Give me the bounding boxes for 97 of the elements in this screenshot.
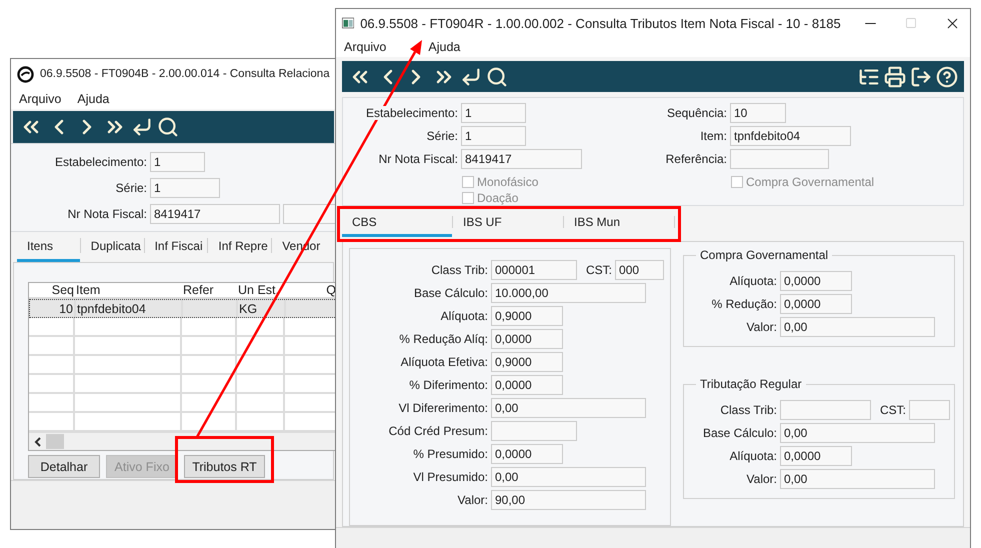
search-icon[interactable] bbox=[486, 66, 508, 88]
text-field[interactable] bbox=[780, 400, 871, 420]
window-title: 06.9.5508 - FT0904R - 1.00.00.002 - Consulta Tributos Item Nota Fiscal - 10 - 8185 bbox=[360, 16, 841, 30]
menu-item[interactable]: Arquivo bbox=[19, 92, 62, 106]
window-title: 06.9.5508 - FT0904B - 2.00.00.014 - Consulta Relaciona bbox=[40, 68, 330, 80]
app-icon bbox=[342, 16, 354, 30]
field-label: % Redução Alíq: bbox=[399, 332, 488, 346]
field-label: Nr Nota Fiscal: bbox=[68, 207, 147, 221]
text-field[interactable] bbox=[491, 420, 577, 440]
checkbox-label: Monofásico bbox=[477, 175, 538, 189]
field-label: Item: bbox=[700, 128, 727, 142]
field-label: Estabelecimento: bbox=[366, 106, 458, 120]
field-label: % Redução: bbox=[712, 296, 777, 310]
text-field[interactable]: 1 bbox=[150, 152, 205, 172]
field-label: CST: bbox=[586, 262, 612, 276]
field-label: Vl Difererimento: bbox=[398, 400, 488, 414]
text-field[interactable]: 0,0000 bbox=[491, 328, 563, 348]
table-cell: KG bbox=[239, 302, 258, 316]
text-field[interactable]: 0,00 bbox=[491, 466, 646, 486]
text-field[interactable]: 0,9000 bbox=[491, 306, 563, 326]
scroll-left-icon[interactable] bbox=[34, 436, 42, 446]
column-header: Item bbox=[75, 283, 102, 297]
text-field[interactable] bbox=[909, 400, 950, 420]
text-field[interactable]: 8419417 bbox=[461, 148, 582, 168]
field-label: Valor: bbox=[458, 492, 488, 506]
text-field[interactable]: 0,00 bbox=[491, 398, 646, 418]
text-field[interactable]: 10 bbox=[730, 102, 786, 122]
logo-icon bbox=[17, 66, 34, 82]
field-label: Estabelecimento: bbox=[54, 155, 147, 169]
field-label: % Diferimento: bbox=[409, 378, 488, 392]
tab[interactable]: IBS UF bbox=[453, 210, 563, 237]
field-label: CST: bbox=[880, 402, 906, 416]
column-header: Refer bbox=[182, 283, 215, 297]
menu-item[interactable]: Ajuda bbox=[428, 40, 460, 54]
help-icon[interactable] bbox=[936, 66, 958, 88]
field-label: Vl Presumido: bbox=[413, 470, 488, 484]
table-cell: 10 bbox=[59, 302, 73, 316]
text-field[interactable]: 1 bbox=[461, 102, 526, 122]
field-label: Class Trib: bbox=[720, 402, 777, 416]
menu-item[interactable]: Arquivo bbox=[344, 40, 386, 54]
field-label: Alíquota: bbox=[440, 308, 488, 322]
text-field[interactable]: 0,0000 bbox=[491, 374, 563, 394]
text-field[interactable]: 0,0000 bbox=[491, 444, 563, 464]
checkbox-label: Compra Governamental bbox=[746, 175, 874, 189]
text-field[interactable]: 90,00 bbox=[491, 490, 646, 510]
field-label: Valor: bbox=[746, 320, 777, 334]
printer-icon[interactable] bbox=[884, 66, 906, 88]
text-field[interactable]: 0,0000 bbox=[780, 446, 852, 466]
field-label: Alíquota Efetiva: bbox=[400, 354, 488, 368]
field-label: Alíquota: bbox=[730, 274, 777, 288]
field-label: % Presumido: bbox=[413, 446, 488, 460]
field-label: Sequência: bbox=[666, 106, 727, 120]
field-label: Base Cálculo: bbox=[414, 286, 488, 300]
table-cell: tpnfdebito04 bbox=[77, 302, 146, 316]
field-label: Valor: bbox=[746, 472, 777, 486]
column-header: Seq bbox=[50, 283, 75, 297]
tab[interactable]: Inf Repre bbox=[208, 232, 272, 262]
tab[interactable]: CBS bbox=[342, 210, 452, 237]
text-field[interactable] bbox=[730, 148, 829, 168]
tab[interactable]: IBS Mun bbox=[564, 210, 674, 237]
action-button[interactable]: Tributos RT bbox=[184, 455, 265, 478]
text-field[interactable]: 000 bbox=[615, 260, 664, 280]
field-label: Nr Nota Fiscal: bbox=[378, 152, 458, 166]
text-field[interactable]: 0,0000 bbox=[780, 270, 852, 290]
tab[interactable]: Duplicata bbox=[80, 232, 144, 262]
column-header: Q bbox=[325, 283, 336, 297]
menu-item[interactable]: Ajuda bbox=[77, 92, 110, 106]
field-label: Class Trib: bbox=[431, 262, 488, 276]
text-field[interactable]: 0,0000 bbox=[780, 294, 852, 314]
text-field[interactable] bbox=[283, 204, 336, 224]
checkbox-label: Doação bbox=[477, 191, 518, 205]
text-field[interactable]: 0,00 bbox=[780, 316, 935, 336]
field-label: Série: bbox=[426, 128, 458, 142]
text-field[interactable]: 10.000,00 bbox=[491, 282, 646, 302]
text-field[interactable]: 0,00 bbox=[780, 468, 935, 488]
search-icon[interactable] bbox=[157, 116, 179, 138]
field-label: Série: bbox=[116, 181, 147, 195]
text-field[interactable]: 1 bbox=[461, 126, 526, 146]
text-field[interactable]: 0,00 bbox=[780, 422, 935, 442]
field-label: Base Cálculo: bbox=[702, 426, 777, 440]
enter-icon[interactable] bbox=[460, 66, 482, 88]
field-label: Referência: bbox=[666, 152, 727, 166]
text-field[interactable]: 0,9000 bbox=[491, 352, 563, 372]
text-field[interactable]: 8419417 bbox=[150, 204, 280, 224]
group-title: Compra Governamental bbox=[699, 248, 830, 262]
field-label: Cód Créd Presum: bbox=[388, 424, 488, 438]
exit-icon[interactable] bbox=[910, 66, 932, 88]
tab[interactable]: Inf Fiscai bbox=[144, 232, 208, 262]
text-field[interactable]: 1 bbox=[150, 178, 220, 198]
field-label: Alíquota: bbox=[730, 448, 777, 462]
scrollbar-thumb[interactable] bbox=[46, 434, 64, 449]
action-button[interactable]: Detalhar bbox=[28, 455, 100, 478]
enter-icon[interactable] bbox=[131, 116, 153, 138]
text-field[interactable]: tpnfdebito04 bbox=[730, 126, 851, 146]
text-field[interactable]: 000001 bbox=[491, 260, 577, 280]
group-title: Tributação Regular bbox=[699, 377, 803, 391]
column-header: Un Est. bbox=[237, 283, 280, 297]
